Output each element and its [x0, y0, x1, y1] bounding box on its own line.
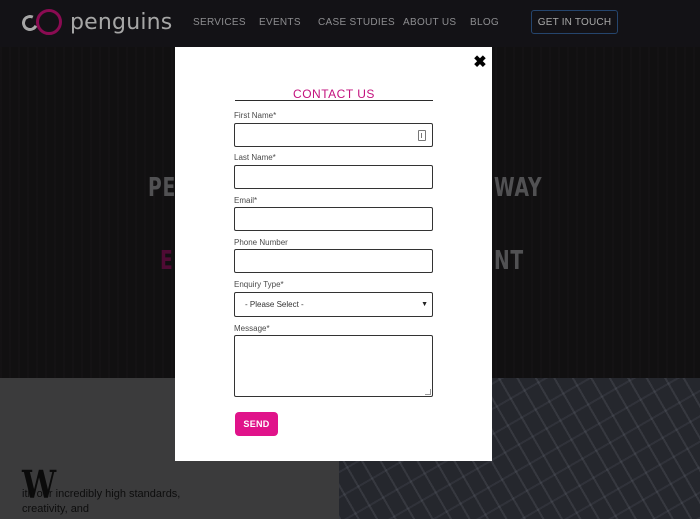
- message-textarea[interactable]: [234, 335, 433, 397]
- phone-label: Phone Number: [234, 238, 288, 247]
- autofill-contact-icon[interactable]: [418, 130, 426, 141]
- resize-handle-icon[interactable]: [425, 389, 431, 395]
- last-name-input[interactable]: [234, 165, 433, 189]
- phone-input[interactable]: [234, 249, 433, 273]
- contact-title: CONTACT US: [293, 87, 375, 101]
- enquiry-type-select[interactable]: - Please Select - ▼: [234, 292, 433, 317]
- close-icon[interactable]: ✖: [472, 55, 488, 71]
- message-label: Message*: [234, 324, 270, 333]
- dropdown-arrow-icon: ▼: [421, 301, 428, 308]
- send-button[interactable]: SEND: [235, 412, 278, 436]
- first-name-label: First Name*: [234, 111, 277, 120]
- enquiry-type-value: - Please Select -: [245, 300, 304, 309]
- enquiry-type-label: Enquiry Type*: [234, 280, 284, 289]
- email-label: Email*: [234, 196, 258, 205]
- title-divider: [235, 100, 433, 101]
- email-input[interactable]: [234, 207, 433, 231]
- first-name-input[interactable]: [234, 123, 433, 147]
- last-name-label: Last Name*: [234, 153, 276, 162]
